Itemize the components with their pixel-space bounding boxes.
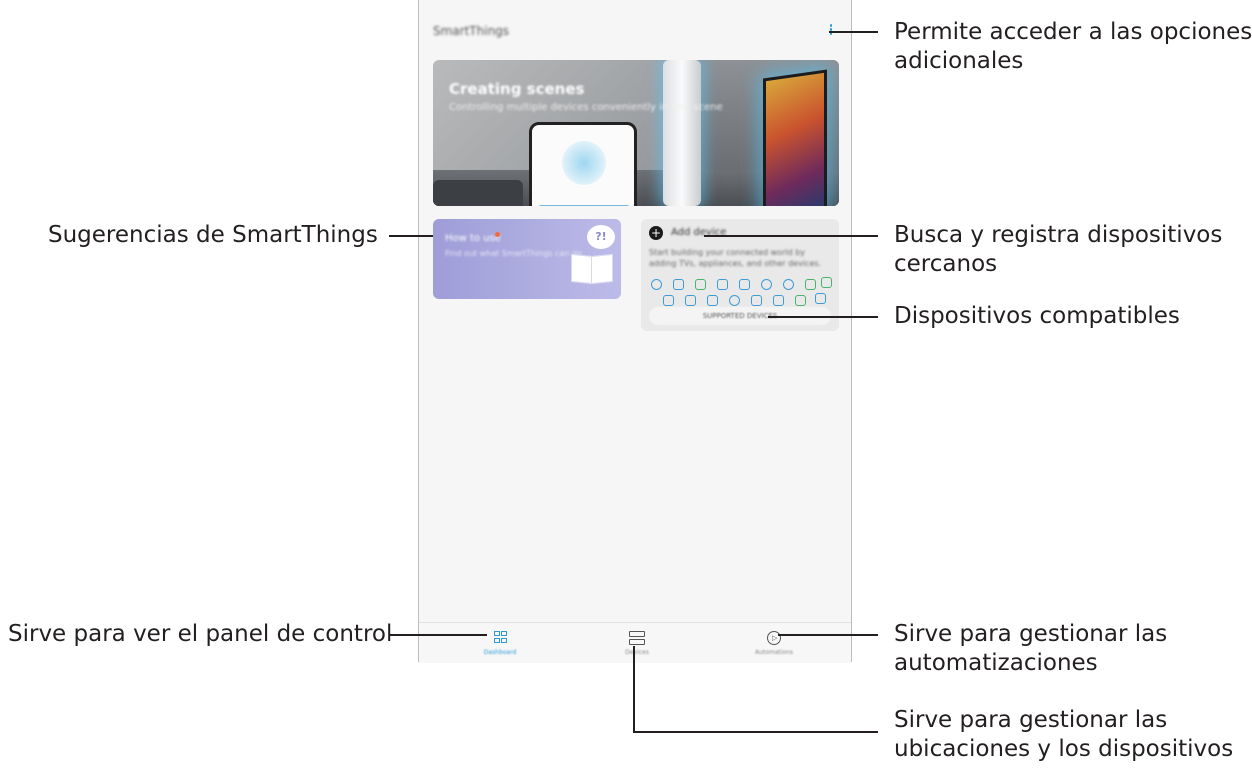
air-purifier-illustration bbox=[663, 60, 701, 206]
nav-automations[interactable]: ▷ Automations bbox=[734, 623, 814, 663]
phone-illustration bbox=[529, 122, 637, 206]
banner-subtitle: Controlling multiple devices convenientl… bbox=[449, 102, 723, 113]
add-icon[interactable]: + bbox=[649, 226, 663, 240]
device-icon bbox=[821, 277, 832, 288]
device-icon bbox=[805, 279, 816, 290]
device-icon bbox=[783, 279, 794, 290]
callout-line bbox=[829, 31, 878, 33]
device-icon bbox=[673, 279, 684, 290]
book-icon bbox=[569, 251, 613, 285]
device-icon bbox=[663, 295, 674, 306]
device-icon bbox=[815, 293, 826, 304]
callout-add-device: Busca y registra dispositivos cercanos bbox=[894, 222, 1223, 277]
app-title: SmartThings bbox=[433, 24, 510, 38]
device-icon bbox=[729, 295, 740, 306]
nav-dashboard[interactable]: Dashboard bbox=[460, 623, 540, 663]
device-icon bbox=[695, 279, 706, 290]
nav-automations-label: Automations bbox=[754, 649, 794, 656]
banner-title: Creating scenes bbox=[449, 80, 585, 98]
devices-icon bbox=[629, 631, 645, 645]
device-type-icons bbox=[649, 275, 833, 309]
tip-card-subtitle: Find out what SmartThings can do bbox=[445, 249, 582, 258]
tablet-screen: SmartThings Creating scenes Controlling … bbox=[418, 0, 852, 663]
scenes-banner[interactable]: Creating scenes Controlling multiple dev… bbox=[433, 60, 839, 206]
device-icon bbox=[751, 295, 762, 306]
device-icon bbox=[717, 279, 728, 290]
device-icon bbox=[707, 295, 718, 306]
device-icon bbox=[685, 295, 696, 306]
add-device-description: Start building your connected world by a… bbox=[649, 248, 822, 268]
callout-more-options: Permite acceder a las opciones adicionale… bbox=[894, 19, 1252, 74]
callout-line bbox=[778, 634, 878, 636]
nav-dashboard-label: Dashboard bbox=[483, 649, 517, 656]
sofa-illustration bbox=[433, 180, 523, 206]
tv-illustration bbox=[763, 69, 827, 206]
callout-line bbox=[633, 731, 878, 733]
device-icon bbox=[761, 279, 772, 290]
callout-dashboard: Sirve para ver el panel de control bbox=[8, 621, 393, 647]
callout-line bbox=[389, 235, 433, 237]
bottom-navigation: Dashboard Devices ▷ Automations bbox=[419, 622, 851, 663]
how-to-use-card[interactable]: How to use Find out what SmartThings can… bbox=[433, 219, 621, 299]
callout-automations: Sirve para gestionar las automatizaciones bbox=[894, 621, 1168, 676]
callout-devices: Sirve para gestionar las ubicaciones y lo… bbox=[894, 707, 1234, 762]
new-badge-dot bbox=[495, 232, 500, 237]
dashboard-icon bbox=[492, 631, 508, 645]
nav-devices-label: Devices bbox=[625, 649, 649, 656]
callout-line bbox=[704, 235, 878, 237]
callout-suggestions: Sugerencias de SmartThings bbox=[48, 222, 378, 248]
device-icon bbox=[739, 279, 750, 290]
callout-line bbox=[389, 634, 487, 636]
nav-devices[interactable]: Devices bbox=[597, 623, 677, 663]
device-icon bbox=[651, 279, 662, 290]
device-icon bbox=[773, 295, 784, 306]
callout-line bbox=[633, 646, 635, 732]
tip-card-title: How to use bbox=[445, 233, 501, 244]
callout-supported-devices: Dispositivos compatibles bbox=[894, 303, 1180, 329]
question-bubble-icon: ?! bbox=[587, 225, 615, 249]
callout-line bbox=[768, 316, 878, 318]
device-icon bbox=[795, 295, 806, 306]
